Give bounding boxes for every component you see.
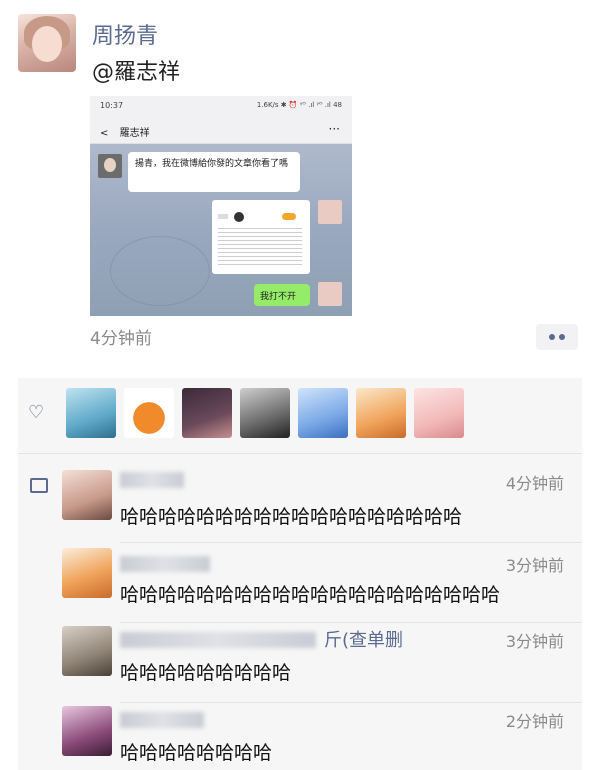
comment-divider	[120, 542, 582, 543]
comment-item[interactable]: 4分钟前 哈哈哈哈哈哈哈哈哈哈哈哈哈哈哈哈哈哈	[62, 470, 582, 548]
card-back-bar	[218, 214, 228, 219]
screenshot-own-avatar-2	[318, 282, 342, 306]
screenshot-back-icon: <	[100, 128, 109, 139]
commenter-name-blurred[interactable]	[120, 472, 184, 488]
screenshot-status-time: 10:37	[100, 101, 124, 110]
post-image[interactable]: 10:37 1.6K/s ✱ ⏰ ᵞᴼ .ıl ᵞᴼ .ıl 48 < 羅志祥 …	[90, 96, 352, 316]
screenshot-flower-decoration	[110, 236, 210, 306]
screenshot-more-icon: ···	[328, 122, 340, 136]
commenter-avatar[interactable]	[62, 626, 112, 676]
commenter-name-blurred[interactable]	[120, 712, 204, 728]
like-avatar[interactable]	[66, 388, 116, 438]
card-avatar	[234, 212, 244, 222]
comment-text: 哈哈哈哈哈哈哈哈哈哈哈哈哈哈哈哈哈哈	[120, 506, 463, 528]
comment-item[interactable]: 斤(查单删 3分钟前 哈哈哈哈哈哈哈哈哈	[62, 626, 582, 706]
screenshot-status-icons: 1.6K/s ✱ ⏰ ᵞᴼ .ıl ᵞᴼ .ıl 48	[256, 101, 342, 109]
comment-time: 4分钟前	[505, 474, 564, 493]
screenshot-nav-bar: < 羅志祥 ···	[90, 116, 352, 144]
like-avatar[interactable]	[414, 388, 464, 438]
comment-item[interactable]: 2分钟前 哈哈哈哈哈哈哈哈	[62, 706, 582, 770]
screenshot-article-card	[212, 200, 310, 274]
comment-divider	[120, 622, 582, 623]
screenshot-incoming-message: 揚青，我在微博給你發的文章你看了嗎	[128, 152, 300, 192]
more-icon-dot	[559, 334, 565, 340]
comment-time: 2分钟前	[505, 712, 564, 731]
screenshot-chat-title: 羅志祥	[119, 128, 150, 139]
likes-row: ♡	[18, 378, 582, 454]
post-time: 4分钟前	[90, 329, 152, 349]
screenshot-outgoing-message: 我打不开	[254, 284, 310, 306]
like-avatar[interactable]	[182, 388, 232, 438]
more-icon	[549, 334, 555, 340]
comment-time: 3分钟前	[505, 632, 564, 651]
comment-text: 哈哈哈哈哈哈哈哈哈	[120, 662, 292, 684]
comment-time: 3分钟前	[505, 556, 564, 575]
screenshot-own-avatar	[318, 200, 342, 224]
comment-divider	[120, 702, 582, 703]
commenter-name-blurred[interactable]	[120, 632, 316, 648]
screenshot-status-bar: 10:37 1.6K/s ✱ ⏰ ᵞᴼ .ıl ᵞᴼ .ıl 48	[90, 96, 352, 116]
comment-icon	[30, 478, 48, 493]
author-avatar[interactable]	[18, 14, 76, 72]
avatar-face	[32, 26, 62, 62]
post-text: @羅志祥	[92, 60, 181, 85]
comment-item[interactable]: 3分钟前 哈哈哈哈哈哈哈哈哈哈哈哈哈哈哈哈哈哈哈哈	[62, 548, 582, 626]
like-avatar[interactable]	[124, 388, 174, 438]
heart-icon: ♡	[28, 402, 45, 423]
like-avatar[interactable]	[298, 388, 348, 438]
more-button[interactable]	[536, 324, 578, 350]
comment-text: 哈哈哈哈哈哈哈哈	[120, 742, 273, 764]
commenter-avatar[interactable]	[62, 470, 112, 520]
commenter-avatar[interactable]	[62, 548, 112, 598]
commenter-name-blurred[interactable]	[120, 556, 210, 572]
commenter-avatar[interactable]	[62, 706, 112, 756]
like-avatar[interactable]	[356, 388, 406, 438]
comment-text: 哈哈哈哈哈哈哈哈哈哈哈哈哈哈哈哈哈哈哈哈	[120, 584, 501, 606]
author-name[interactable]: 周扬青	[92, 18, 158, 50]
commenter-name-tail[interactable]: 斤(查单删	[324, 626, 403, 652]
interaction-panel: ♡ 4分钟前 哈哈哈哈哈哈哈哈哈哈哈哈哈哈哈哈哈哈 3分钟前 哈哈哈哈哈哈哈哈哈…	[18, 378, 582, 770]
like-avatar[interactable]	[240, 388, 290, 438]
card-text-lines	[218, 228, 302, 266]
screenshot-sender-avatar	[98, 154, 122, 178]
card-follow-button	[282, 213, 296, 220]
